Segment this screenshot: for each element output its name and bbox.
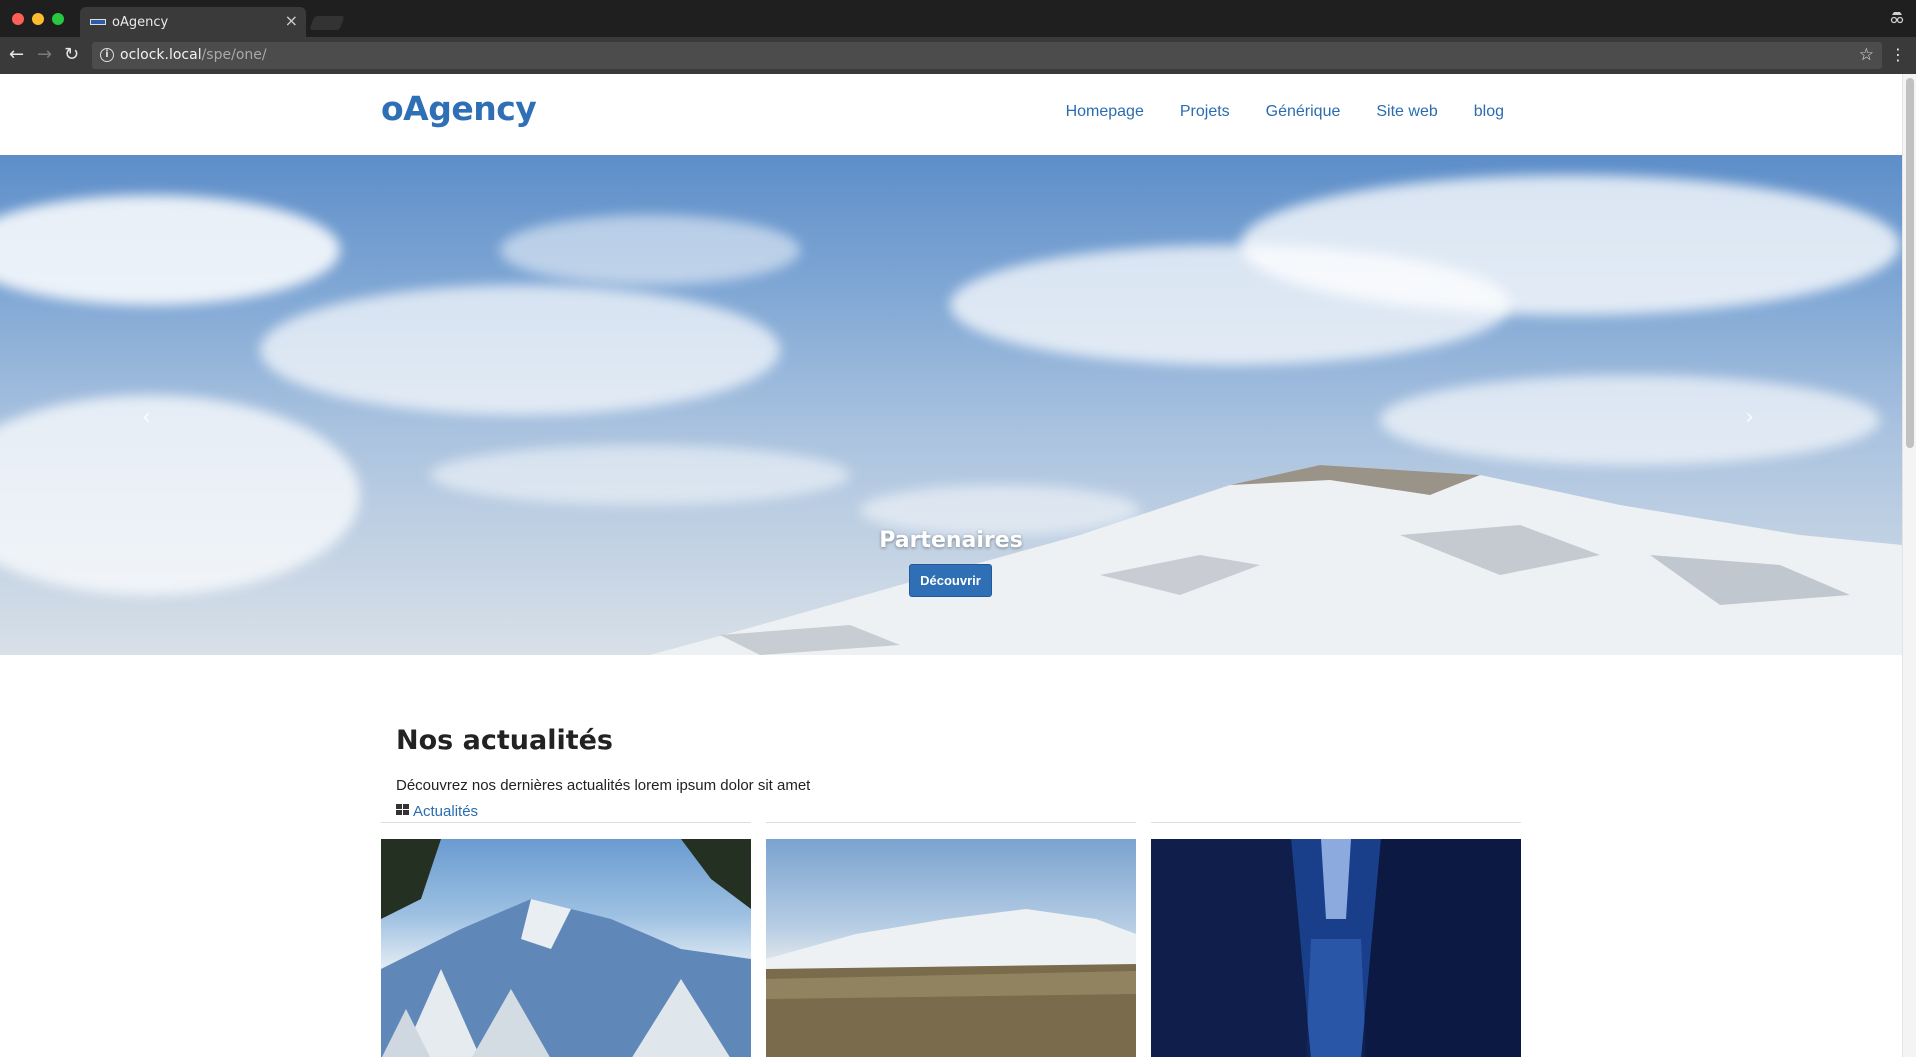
carousel-prev-icon[interactable]: ‹ xyxy=(142,405,151,430)
url-text[interactable]: oclock.local/spe/one/ xyxy=(120,47,267,63)
reload-icon[interactable]: ↻ xyxy=(64,45,79,65)
divider xyxy=(766,822,1136,823)
forward-arrow-icon[interactable]: → xyxy=(37,45,52,65)
url-host: oclock.local xyxy=(120,47,202,63)
site-logo[interactable]: oAgency xyxy=(381,89,537,128)
bookmark-star-icon[interactable]: ☆ xyxy=(1859,45,1874,65)
divider xyxy=(1151,822,1521,823)
profile-icon[interactable] xyxy=(1890,10,1904,27)
decouvrir-button[interactable]: Découvrir xyxy=(909,564,992,597)
snowy-forest-image xyxy=(381,839,751,1057)
tab-title: oAgency xyxy=(112,15,169,30)
close-window-button[interactable] xyxy=(12,13,24,25)
address-bar[interactable]: i oclock.local/spe/one/ ☆ xyxy=(92,42,1882,69)
vertical-scrollbar[interactable] xyxy=(1902,74,1916,1057)
browser-tab[interactable]: oAgency × xyxy=(80,7,306,37)
page-viewport: oAgency Homepage Projets Générique Site … xyxy=(0,74,1916,1057)
mountain-plain-image xyxy=(766,909,1136,1057)
back-arrow-icon[interactable]: ← xyxy=(9,45,24,65)
maximize-window-button[interactable] xyxy=(52,13,64,25)
url-path: /spe/one/ xyxy=(201,47,267,63)
scrollbar-thumb[interactable] xyxy=(1906,78,1914,448)
hero-title: Partenaires xyxy=(879,528,1023,553)
news-card-image[interactable] xyxy=(1151,839,1521,1057)
new-tab-button[interactable] xyxy=(309,16,345,30)
nav-item-homepage[interactable]: Homepage xyxy=(1066,103,1144,121)
main-nav: Homepage Projets Générique Site web blog xyxy=(1066,103,1504,121)
news-card-image[interactable] xyxy=(766,839,1136,1057)
menu-kebab-icon[interactable]: ⋮ xyxy=(1890,45,1906,65)
section-title: Nos actualités xyxy=(396,725,613,756)
blue-alley-image xyxy=(1151,839,1521,1057)
browser-toolbar: ← → ↻ i oclock.local/spe/one/ ☆ ⋮ xyxy=(0,37,1916,74)
news-card-image[interactable] xyxy=(381,839,751,1057)
favicon-icon xyxy=(90,19,106,25)
nav-item-blog[interactable]: blog xyxy=(1474,103,1504,121)
nav-item-projets[interactable]: Projets xyxy=(1180,103,1230,121)
hero-carousel: ‹ › Partenaires Découvrir xyxy=(0,155,1902,655)
browser-tab-strip: oAgency × xyxy=(0,0,1916,37)
nav-item-site-web[interactable]: Site web xyxy=(1376,103,1437,121)
carousel-next-icon[interactable]: › xyxy=(1745,405,1754,430)
section-description: Découvrez nos dernières actualités lorem… xyxy=(396,777,811,794)
minimize-window-button[interactable] xyxy=(32,13,44,25)
divider xyxy=(381,822,751,823)
nav-item-generique[interactable]: Générique xyxy=(1266,103,1341,121)
info-icon[interactable]: i xyxy=(100,48,114,62)
tab-actualites[interactable]: Actualités xyxy=(396,803,478,820)
site-header: oAgency Homepage Projets Générique Site … xyxy=(0,74,1902,155)
tab-label: Actualités xyxy=(413,803,479,820)
close-tab-icon[interactable]: × xyxy=(285,12,298,30)
grid-icon xyxy=(396,804,410,817)
